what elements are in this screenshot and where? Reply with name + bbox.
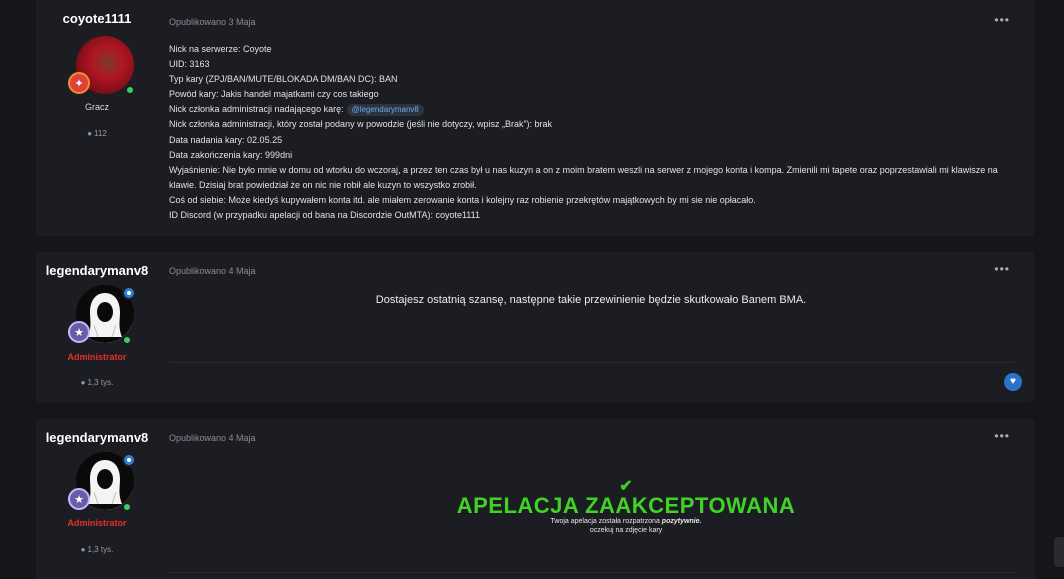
admin-label: Nick członka administracji nadającego ka…: [169, 104, 344, 115]
line-admin: Nick członka administracji nadającego ka…: [169, 102, 1024, 117]
admin-badge-icon: ★: [68, 321, 90, 343]
line-about: Coś od siebie: Może kiedyś kupywałem kon…: [169, 194, 756, 205]
post-count: ● 112: [36, 129, 158, 138]
post-body: Nick na serwerze: Coyote UID: 3163 Typ k…: [169, 42, 1024, 223]
author-panel: legendarymanv8 ★ Administrator ● 1,3 tys.: [36, 419, 158, 579]
more-options-icon[interactable]: •••: [994, 262, 1010, 276]
accepted-banner: ✔ APELACJA ZAAKCEPTOWANA Twoja apelacja …: [228, 479, 1024, 535]
online-indicator: [123, 503, 131, 511]
author-role: Gracz: [84, 102, 109, 112]
more-options-icon[interactable]: •••: [994, 13, 1010, 27]
post-admin-reply: legendarymanv8 ★ Administrator ● 1,3 tys.…: [36, 252, 1034, 402]
line-explanation: Wyjaśnienie: Nie było mnie w domu od wto…: [169, 164, 998, 190]
post-count-value: 1,3 tys.: [87, 545, 114, 554]
rank-badge-icon: ✦: [68, 72, 90, 94]
comment-icon: ●: [80, 545, 86, 554]
post-date[interactable]: Opublikowano 4 Maja: [169, 433, 256, 443]
line-discord: ID Discord (w przypadku apelacji od bana…: [169, 210, 480, 221]
mention-link[interactable]: @legendarymanv8: [346, 104, 424, 117]
post-count: ● 1,3 tys.: [36, 545, 158, 554]
online-indicator: [126, 86, 134, 94]
post-content: Opublikowano 4 Maja ••• Dostajesz ostatn…: [158, 252, 1024, 402]
subtitle-emphasis: pozytywnie.: [661, 518, 702, 525]
line-date-given: Data nadania kary: 02.05.25: [169, 134, 283, 145]
author-panel: coyote1111 ✦ Gracz ● 112: [36, 0, 158, 236]
scroll-to-top-button[interactable]: [1054, 537, 1064, 567]
comment-icon: ●: [87, 129, 93, 138]
post-count: ● 1,3 tys.: [36, 378, 158, 387]
author-name[interactable]: coyote1111: [36, 11, 158, 26]
accepted-subtitle-line2: oczekuj na zdjęcie kary: [589, 527, 663, 534]
verified-icon: [122, 453, 136, 467]
post-content: Opublikowano 4 Maja ••• ✔ APELACJA ZAAKC…: [158, 419, 1024, 579]
divider: [169, 362, 1014, 363]
verified-icon: [122, 286, 136, 300]
line-uid: UID: 3163: [169, 59, 210, 70]
post-date[interactable]: Opublikowano 3 Maja: [169, 17, 256, 27]
author-panel: legendarymanv8 ★ Administrator ● 1,3 tys.: [36, 252, 158, 402]
online-indicator: [123, 336, 131, 344]
admin-badge-icon: ★: [68, 488, 90, 510]
comment-icon: ●: [80, 378, 86, 387]
accepted-subtitle: Twoja apelacja została rozpatrzona pozyt…: [228, 517, 1024, 526]
line-reason: Powód kary: Jakis handel majatkami czy c…: [169, 89, 379, 100]
author-role: Administrator: [67, 352, 127, 362]
more-options-icon[interactable]: •••: [994, 429, 1010, 443]
post-content: Opublikowano 3 Maja ••• Nick na serwerze…: [158, 0, 1024, 236]
line-type: Typ kary (ZPJ/BAN/MUTE/BLOKADA DM/BAN DC…: [169, 74, 398, 85]
author-name[interactable]: legendarymanv8: [36, 430, 158, 445]
subtitle-prefix: Twoja apelacja została rozpatrzona: [550, 518, 660, 525]
post-body: Dostajesz ostatnią szansę, następne taki…: [375, 294, 807, 306]
accepted-title: APELACJA ZAAKCEPTOWANA: [456, 493, 796, 518]
author-name[interactable]: legendarymanv8: [36, 263, 158, 278]
post-date[interactable]: Opublikowano 4 Maja: [169, 266, 256, 276]
divider: [169, 572, 1014, 573]
post-count-value: 112: [94, 129, 107, 138]
line-reporter: Nick członka administracji, który został…: [169, 119, 552, 130]
post-count-value: 1,3 tys.: [87, 378, 114, 387]
line-date-end: Data zakończenia kary: 999dni: [169, 149, 293, 160]
post-coyote: coyote1111 ✦ Gracz ● 112 Opublikowano 3 M…: [36, 0, 1034, 236]
line-nick: Nick na serwerze: Coyote: [169, 44, 272, 54]
heart-reaction-icon[interactable]: ♥: [1004, 373, 1022, 391]
post-admin-accept: legendarymanv8 ★ Administrator ● 1,3 tys.…: [36, 419, 1034, 579]
author-role: Administrator: [67, 518, 127, 528]
